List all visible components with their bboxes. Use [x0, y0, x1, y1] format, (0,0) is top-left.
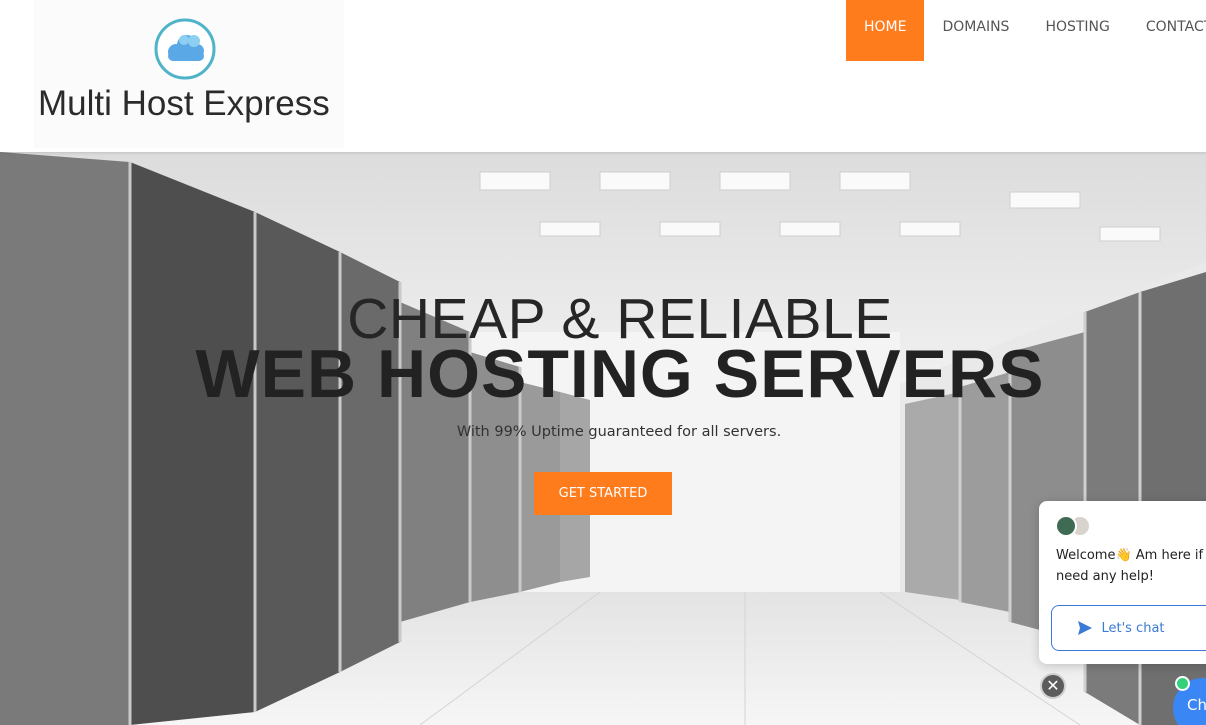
get-started-button[interactable]: GET STARTED	[534, 472, 672, 515]
lets-chat-button[interactable]: Let's chat	[1051, 605, 1206, 651]
chat-popup: Welcome👋 Am here if y need any help! Let…	[1039, 501, 1206, 664]
chat-welcome-message: Welcome👋 Am here if y need any help!	[1056, 545, 1206, 587]
online-status-indicator	[1175, 676, 1190, 691]
main-nav: HOME DOMAINS HOSTING CONTACT	[846, 0, 1206, 61]
agent-avatars	[1055, 515, 1095, 539]
avatar	[1055, 515, 1077, 537]
nav-item-home[interactable]: HOME	[846, 0, 925, 61]
brand-name: Multi Host Express	[38, 84, 330, 123]
send-icon	[1078, 621, 1093, 635]
chat-message-line: Welcome👋 Am here if y	[1056, 548, 1206, 563]
hero-subtitle: With 99% Uptime guaranteed for all serve…	[456, 424, 782, 440]
nav-item-contact[interactable]: CONTACT	[1128, 0, 1206, 61]
nav-item-hosting[interactable]: HOSTING	[1027, 0, 1127, 61]
site-logo[interactable]: Multi Host Express	[34, 0, 344, 148]
page: Multi Host Express HOME DOMAINS HOSTING …	[0, 0, 1206, 725]
hero-title-line2: WEB HOSTING SERVERS	[195, 336, 1045, 412]
hero-section: CHEAP & RELIABLE WEB HOSTING SERVERS Wit…	[0, 152, 1206, 725]
lets-chat-label: Let's chat	[1101, 620, 1165, 636]
chat-close-button[interactable]: ✕	[1040, 673, 1066, 699]
nav-item-domains[interactable]: DOMAINS	[924, 0, 1027, 61]
chat-message-line: need any help!	[1056, 569, 1154, 584]
cloud-icon	[154, 18, 216, 80]
site-header: Multi Host Express HOME DOMAINS HOSTING …	[0, 0, 1206, 152]
